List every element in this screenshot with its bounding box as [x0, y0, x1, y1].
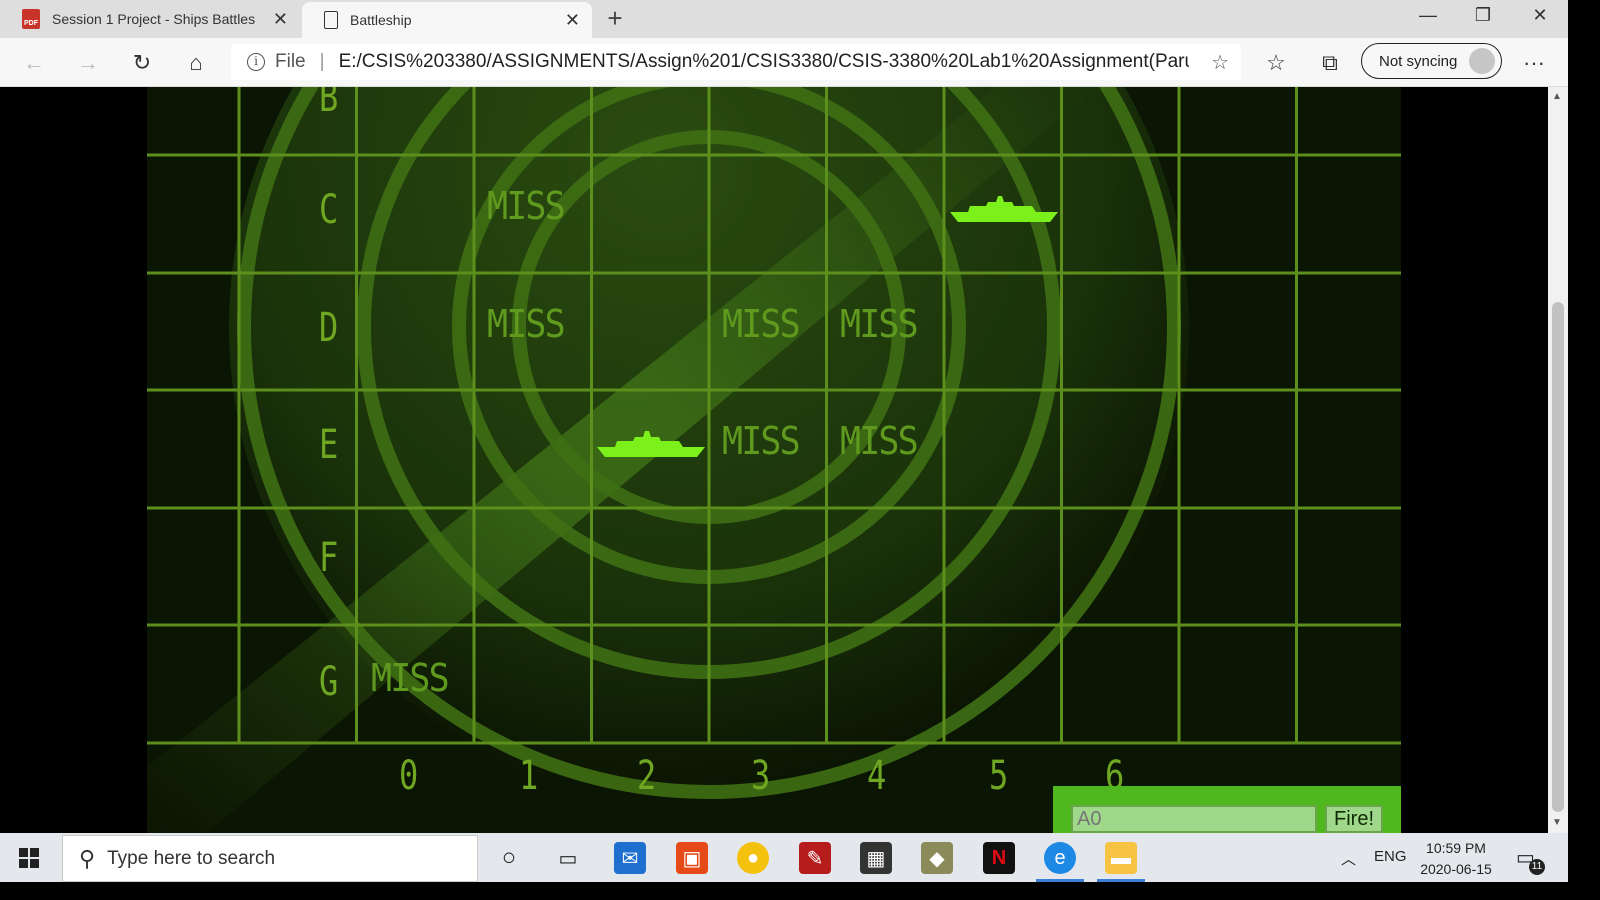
col-label-2: 2 [637, 753, 657, 799]
fire-panel: Fire! [1053, 786, 1401, 833]
tab-title: Battleship [350, 12, 412, 28]
miss-marker-e4: MISS [840, 419, 919, 463]
miss-marker-d1: MISS [487, 302, 566, 346]
favorite-star-icon[interactable]: ☆ [1211, 50, 1229, 75]
row-label-g: G [319, 659, 339, 705]
office-icon[interactable]: ▣ [676, 842, 708, 874]
favorites-icon[interactable]: ☆ [1261, 48, 1291, 78]
windows-start-icon[interactable] [8, 842, 48, 874]
close-window-icon[interactable]: ✕ [1520, 4, 1560, 30]
col-label-0: 0 [399, 753, 419, 799]
taskbar-search-box[interactable]: ⚲ Type here to search [62, 835, 478, 882]
miss-marker-d3: MISS [722, 302, 801, 346]
netflix-icon[interactable]: N [983, 842, 1015, 874]
close-tab-icon[interactable]: ✕ [565, 10, 580, 31]
navigation-bar: ← → ↻ ⌂ i File | E:/CSIS%203380/ASSIGNME… [0, 38, 1568, 87]
forward-icon[interactable]: → [73, 48, 103, 78]
ship-hit-icon [597, 431, 705, 457]
pdf-reader-icon[interactable]: ✎ [799, 842, 831, 874]
row-label-d: D [319, 305, 339, 351]
back-icon[interactable]: ← [19, 48, 49, 78]
miss-marker-d4: MISS [840, 302, 919, 346]
fire-button[interactable]: Fire! [1325, 805, 1383, 833]
url-text: E:/CSIS%203380/ASSIGNMENTS/Assign%201/CS… [338, 51, 1189, 72]
col-label-4: 4 [867, 753, 887, 799]
url-separator: | [319, 51, 325, 72]
scroll-thumb[interactable] [1552, 302, 1564, 812]
windows-taskbar: ⚲ Type here to search ○ ▭ ✉ ▣ ● ✎ ▦ ◆ N … [0, 833, 1568, 882]
scroll-down-icon[interactable]: ▼ [1552, 817, 1562, 828]
search-placeholder: Type here to search [107, 847, 276, 869]
tab-bar: PDF Session 1 Project - Ships Battles ✕ … [0, 0, 1568, 38]
open-app-indicator [1097, 879, 1145, 882]
collections-icon[interactable]: ⧉ [1315, 48, 1345, 78]
store-icon[interactable]: ▦ [860, 842, 892, 874]
col-label-5: 5 [989, 753, 1009, 799]
sync-label: Not syncing [1379, 52, 1458, 70]
coordinate-input[interactable] [1071, 805, 1317, 833]
miss-marker-c1: MISS [487, 184, 566, 228]
ship-hit-icon [950, 196, 1058, 222]
radar-board: BCDEFG 0123456 MISS MISS MISS MISS MISS MISS M… [147, 87, 1401, 833]
restore-icon[interactable]: ❐ [1463, 4, 1503, 30]
row-label-e: E [319, 422, 339, 468]
clock-time: 10:59 PM [1426, 840, 1486, 856]
close-tab-icon[interactable]: ✕ [273, 9, 288, 30]
scroll-up-icon[interactable]: ▲ [1552, 91, 1562, 102]
row-label-f: F [319, 535, 339, 581]
tab-battleship[interactable]: Battleship ✕ [302, 2, 592, 38]
page-viewport: BCDEFG 0123456 MISS MISS MISS MISS MISS MISS M… [0, 87, 1548, 833]
input-language[interactable]: ENG [1374, 848, 1407, 865]
active-app-indicator [1036, 879, 1084, 882]
row-label-c: C [319, 187, 339, 233]
address-bar[interactable]: i File | E:/CSIS%203380/ASSIGNMENTS/Assi… [231, 44, 1241, 80]
show-hidden-icons-chevron-icon[interactable]: ︿ [1341, 848, 1356, 869]
edge-icon[interactable]: e [1044, 842, 1076, 874]
col-label-3: 3 [751, 753, 771, 799]
app-icon[interactable]: ◆ [921, 842, 953, 874]
info-icon[interactable]: i [247, 53, 265, 71]
vertical-scrollbar[interactable]: ▲ ▼ [1548, 87, 1568, 833]
refresh-icon[interactable]: ↻ [127, 48, 157, 78]
cortana-icon[interactable]: ○ [493, 842, 525, 874]
new-tab-button[interactable]: + [600, 4, 630, 34]
task-view-icon[interactable]: ▭ [552, 842, 584, 874]
search-icon: ⚲ [79, 845, 96, 871]
miss-marker-g0: MISS [371, 656, 450, 700]
pdf-icon: PDF [22, 9, 40, 29]
more-menu-icon[interactable]: ··· [1519, 48, 1549, 78]
home-icon[interactable]: ⌂ [181, 48, 211, 78]
avatar [1469, 48, 1495, 74]
profile-sync-button[interactable]: Not syncing [1361, 43, 1502, 79]
chrome-icon[interactable]: ● [737, 842, 769, 874]
notification-count-badge: 11 [1529, 859, 1545, 875]
url-scheme: File [275, 51, 306, 72]
tab-title: Session 1 Project - Ships Battles [52, 11, 256, 27]
clock[interactable]: 10:59 PM 2020-06-15 [1410, 838, 1502, 880]
mail-icon[interactable]: ✉ [614, 842, 646, 874]
file-explorer-icon[interactable]: ▬ [1105, 842, 1137, 874]
minimize-icon[interactable]: — [1408, 4, 1448, 30]
miss-marker-e3: MISS [722, 419, 801, 463]
col-label-1: 1 [519, 753, 539, 799]
row-label-b: B [319, 87, 339, 121]
tab-session-project[interactable]: PDF Session 1 Project - Ships Battles ✕ [0, 0, 300, 38]
document-icon [324, 11, 338, 29]
clock-date: 2020-06-15 [1420, 861, 1492, 877]
